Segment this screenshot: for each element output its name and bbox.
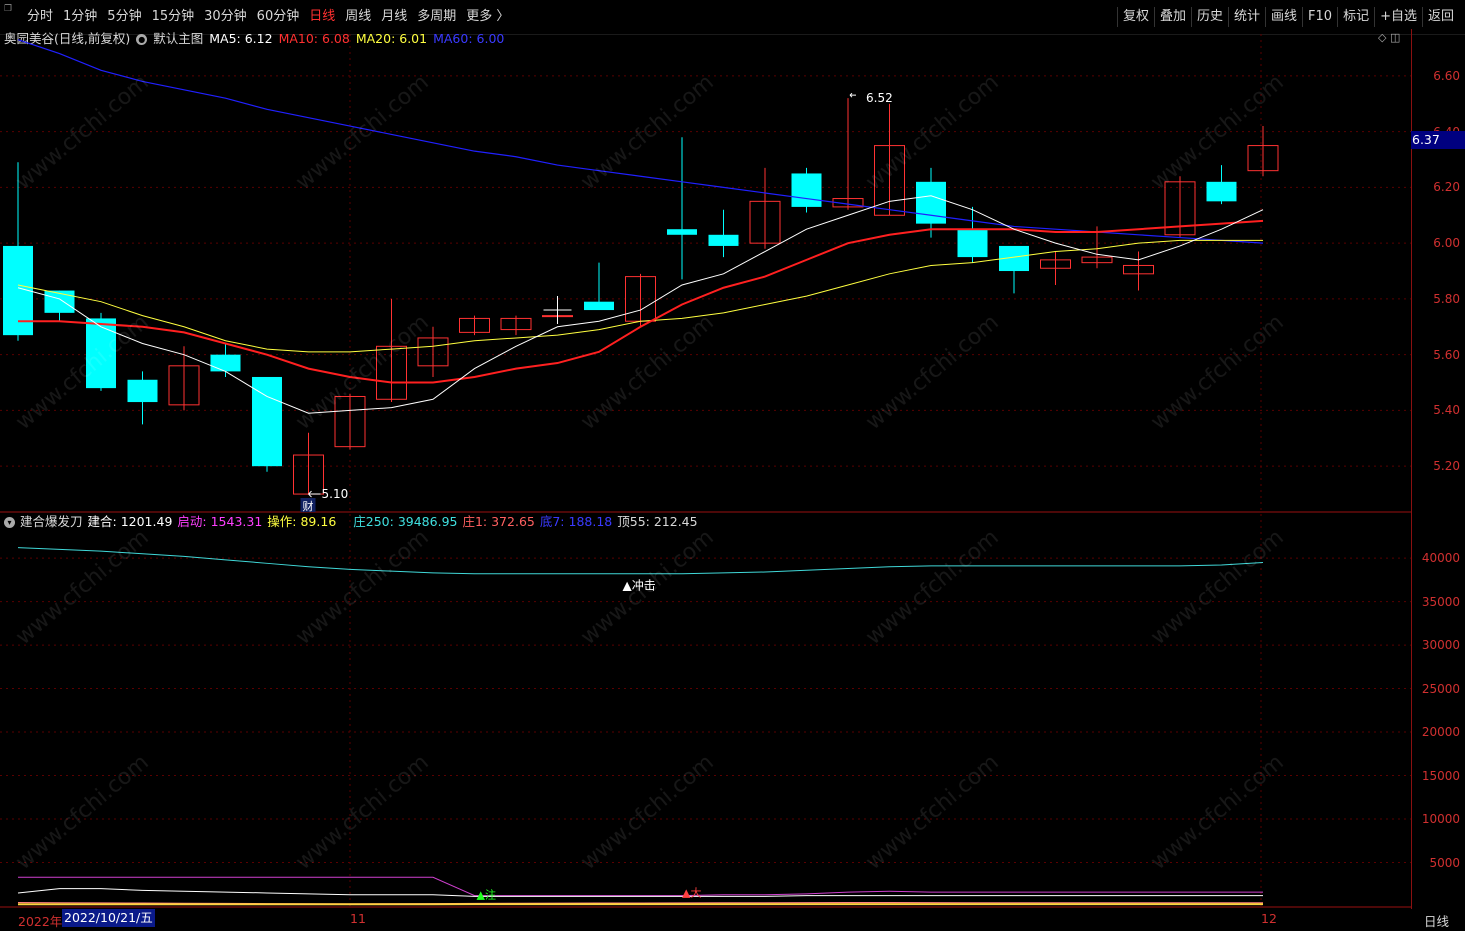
candle-body [210, 354, 241, 372]
toolbar-action-8[interactable]: 返回 [1421, 7, 1459, 27]
indicator-axis-label: 40000 [1421, 551, 1460, 566]
date-dec-label: 12 [1261, 911, 1277, 926]
price-axis-label: 6.60 [1433, 68, 1460, 83]
zhu-signal: ▲注 [477, 887, 496, 901]
low-annotation: 5.10 [322, 487, 349, 501]
candle-body [957, 229, 988, 258]
indicator-axis-label: 30000 [1421, 638, 1460, 653]
cursor-date-label: 2022/10/21/五 [62, 909, 155, 927]
price-axis-label: 5.80 [1433, 291, 1460, 306]
date-nov-label: 11 [350, 911, 366, 926]
chongji-signal: ▲冲击 [623, 578, 656, 593]
candle-body [667, 229, 697, 235]
indicator-axis-label: 20000 [1421, 725, 1460, 740]
candle-body [86, 318, 116, 389]
indicator-axis-label: 35000 [1421, 594, 1460, 609]
candle-body [1206, 181, 1237, 202]
indicator-axis-label: 15000 [1421, 768, 1460, 783]
da-signal: ▲大 [682, 886, 701, 900]
ma60-line [17, 39, 1264, 244]
high-annotation: 6.52 [866, 91, 893, 105]
candle-body [791, 173, 822, 207]
candle-body [127, 379, 158, 403]
price-axis-label: 6.00 [1433, 236, 1460, 251]
crosshair-cursor [543, 296, 572, 325]
candle-body [916, 181, 946, 224]
indicator-axis-label: 5000 [1429, 855, 1460, 870]
candle-body [584, 301, 614, 311]
price-axis-label: 5.40 [1433, 403, 1460, 418]
indicator-axis-label: 10000 [1421, 812, 1460, 827]
low-arrow-icon [308, 490, 321, 498]
candle-body [708, 234, 739, 246]
price-axis-label: 5.20 [1433, 459, 1460, 474]
date-year-label: 2022年 [18, 914, 63, 929]
current-price-tag: 6.37 [1411, 131, 1465, 149]
value-axis: 6.606.406.206.005.805.605.405.2040000350… [1411, 29, 1465, 909]
indicator-axis-label: 25000 [1421, 681, 1460, 696]
date-axis [0, 909, 1465, 931]
zhuang250-line [17, 547, 1264, 575]
kline-chart[interactable]: 6.52 5.10 财 ▲冲击 ▲注 ▲大 [0, 0, 1411, 931]
candle-body [44, 290, 75, 313]
cai-badge: 财 [303, 499, 314, 513]
qidong-line [18, 876, 1263, 897]
price-axis-label: 6.20 [1433, 180, 1460, 195]
period-label[interactable]: 日线 [1424, 911, 1449, 930]
price-axis-label: 5.60 [1433, 347, 1460, 362]
high-arrow-icon [849, 92, 856, 98]
